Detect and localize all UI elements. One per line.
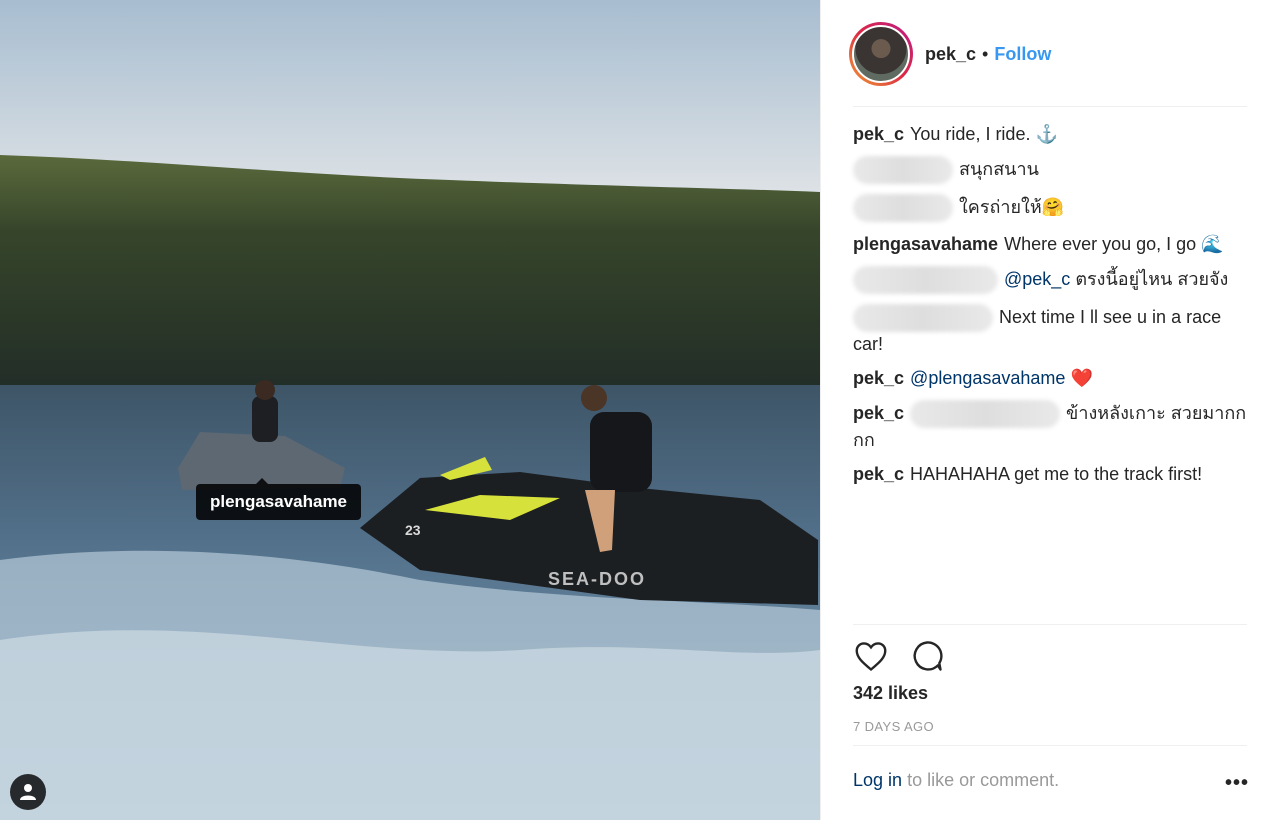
post-actions: [853, 638, 945, 674]
follow-button[interactable]: Follow: [994, 44, 1051, 65]
user-tag-label[interactable]: plengasavahame: [196, 478, 362, 520]
comment-username[interactable]: pek_c: [853, 464, 904, 484]
post-timestamp[interactable]: 7 DAYS AGO: [853, 719, 934, 734]
comment-item: Next time I ll see u in a race car!: [853, 304, 1251, 356]
comment-username[interactable]: plengasavahame: [853, 234, 998, 254]
comment-text: HAHAHAHA get me to the track first!: [910, 464, 1203, 484]
likes-count[interactable]: 342 likes: [853, 683, 928, 704]
heart-icon: [855, 642, 887, 672]
header-divider: [853, 106, 1247, 107]
person-icon: [20, 784, 36, 800]
comment-item: pek_c HAHAHAHA get me to the track first!: [853, 462, 1251, 486]
blurred-username: [853, 194, 953, 222]
comment-mention[interactable]: @pek_c: [1004, 269, 1070, 289]
comment-button[interactable]: [909, 638, 945, 674]
jetski-number: 23: [405, 522, 421, 538]
comment-item: สนุกสนาน: [853, 156, 1251, 184]
user-tag-button[interactable]: [10, 774, 46, 810]
comment-item: @pek_c ตรงนี้อยู่ไหน สวยจัง: [853, 266, 1251, 294]
blurred-username: [853, 156, 953, 184]
comment-text: ❤️: [1070, 368, 1093, 388]
comment-item: plengasavahame Where ever you go, I go 🌊: [853, 232, 1251, 256]
comment-text: Where ever you go, I go 🌊: [1004, 234, 1224, 254]
comment-item: ใครถ่ายให้🤗: [853, 194, 1251, 222]
comment-text: สนุกสนาน: [959, 158, 1039, 179]
comment-text: ใครถ่ายให้🤗: [959, 196, 1065, 217]
comment-username[interactable]: pek_c: [853, 124, 904, 144]
comment-username[interactable]: pek_c: [853, 403, 904, 423]
post-sidebar: pek_c • Follow pek_c You ride, I ride. ⚓ …: [820, 0, 1280, 820]
blurred-mention: [910, 400, 1061, 428]
login-link[interactable]: Log in: [853, 770, 902, 790]
like-button[interactable]: [853, 638, 889, 674]
jetski-photo: 23 SEA-DOO: [0, 0, 820, 820]
login-prompt: Log in to like or comment.: [853, 770, 1059, 791]
post-photo[interactable]: 23 SEA-DOO plengasavahame: [0, 0, 820, 820]
comment-icon: [913, 641, 943, 671]
comment-username[interactable]: pek_c: [853, 368, 904, 388]
more-options-icon[interactable]: •••: [1225, 772, 1249, 795]
comment-item: pek_c You ride, I ride. ⚓: [853, 122, 1251, 146]
comment-text: ตรงนี้อยู่ไหน สวยจัง: [1075, 268, 1229, 289]
comment-item: pek_c ข้างหลังเกาะ สวยมากกกก: [853, 400, 1251, 452]
login-suffix: to like or comment.: [907, 770, 1060, 790]
comment-text: You ride, I ride. ⚓: [910, 124, 1058, 144]
footer-divider: [853, 745, 1247, 746]
header-separator: •: [982, 43, 989, 64]
post-header: pek_c • Follow: [849, 20, 1051, 88]
comment-mention[interactable]: @plengasavahame: [910, 368, 1065, 388]
actions-divider: [853, 624, 1247, 625]
blurred-username: [853, 304, 993, 332]
blurred-username: [853, 266, 998, 294]
jetski-brand: SEA-DOO: [548, 569, 646, 589]
author-username[interactable]: pek_c: [925, 44, 976, 65]
avatar[interactable]: [849, 22, 913, 86]
comments-list: pek_c You ride, I ride. ⚓ สนุกสนาน ใครถ่า…: [853, 122, 1251, 496]
comment-item: pek_c @plengasavahame ❤️: [853, 366, 1251, 390]
